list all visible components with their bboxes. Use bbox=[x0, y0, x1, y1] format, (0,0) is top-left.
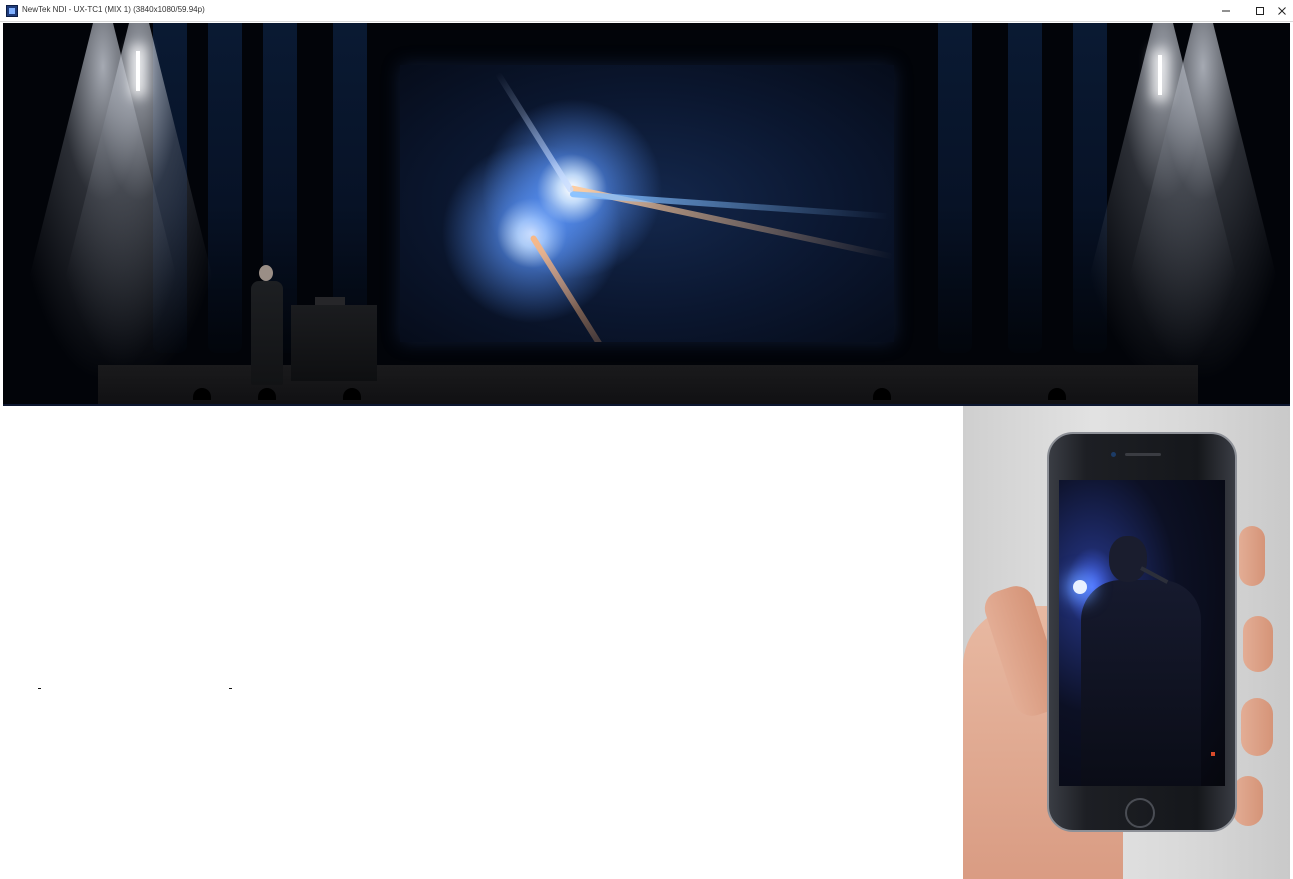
spotlight-lamp bbox=[136, 51, 140, 91]
finger bbox=[1239, 526, 1265, 586]
stage-screen bbox=[400, 65, 894, 342]
ndi-app-icon bbox=[6, 5, 18, 17]
minimize-button[interactable] bbox=[1209, 0, 1243, 22]
phone-photo bbox=[963, 406, 1290, 879]
footlight bbox=[873, 388, 891, 400]
earpiece bbox=[1125, 453, 1161, 456]
front-camera bbox=[1111, 452, 1116, 457]
finger bbox=[1243, 616, 1273, 672]
light-streak bbox=[529, 234, 625, 342]
title-bar: NewTek NDI - UX-TC1 (MIX 1) (3840x1080/5… bbox=[0, 0, 1293, 22]
stray-mark bbox=[229, 688, 232, 689]
footlight bbox=[193, 388, 211, 400]
podium bbox=[291, 305, 377, 381]
light-streak bbox=[569, 191, 890, 220]
curtain-fold bbox=[938, 23, 972, 353]
stage-light bbox=[1073, 580, 1087, 594]
footlight bbox=[343, 388, 361, 400]
curtain-fold bbox=[1008, 23, 1042, 353]
finger bbox=[1241, 698, 1273, 756]
footlight bbox=[1048, 388, 1066, 400]
phone-screen bbox=[1059, 480, 1225, 786]
light-streak bbox=[495, 71, 575, 194]
minimize-icon bbox=[1222, 10, 1230, 12]
singer-head bbox=[1109, 536, 1147, 582]
presenter-head bbox=[259, 265, 273, 281]
footlight bbox=[258, 388, 276, 400]
home-button bbox=[1125, 798, 1155, 828]
stray-mark bbox=[38, 688, 41, 689]
record-indicator bbox=[1211, 752, 1215, 756]
finger bbox=[1233, 776, 1263, 826]
singer-body bbox=[1081, 580, 1201, 786]
maximize-icon bbox=[1256, 7, 1264, 15]
close-button[interactable] bbox=[1265, 0, 1293, 22]
close-icon bbox=[1278, 7, 1286, 15]
presenter-body bbox=[251, 281, 283, 385]
presenter-figure bbox=[249, 265, 285, 385]
spotlight-lamp bbox=[1158, 55, 1162, 95]
window-title: NewTek NDI - UX-TC1 (MIX 1) (3840x1080/5… bbox=[22, 5, 205, 14]
stage-video-feed bbox=[3, 23, 1290, 406]
